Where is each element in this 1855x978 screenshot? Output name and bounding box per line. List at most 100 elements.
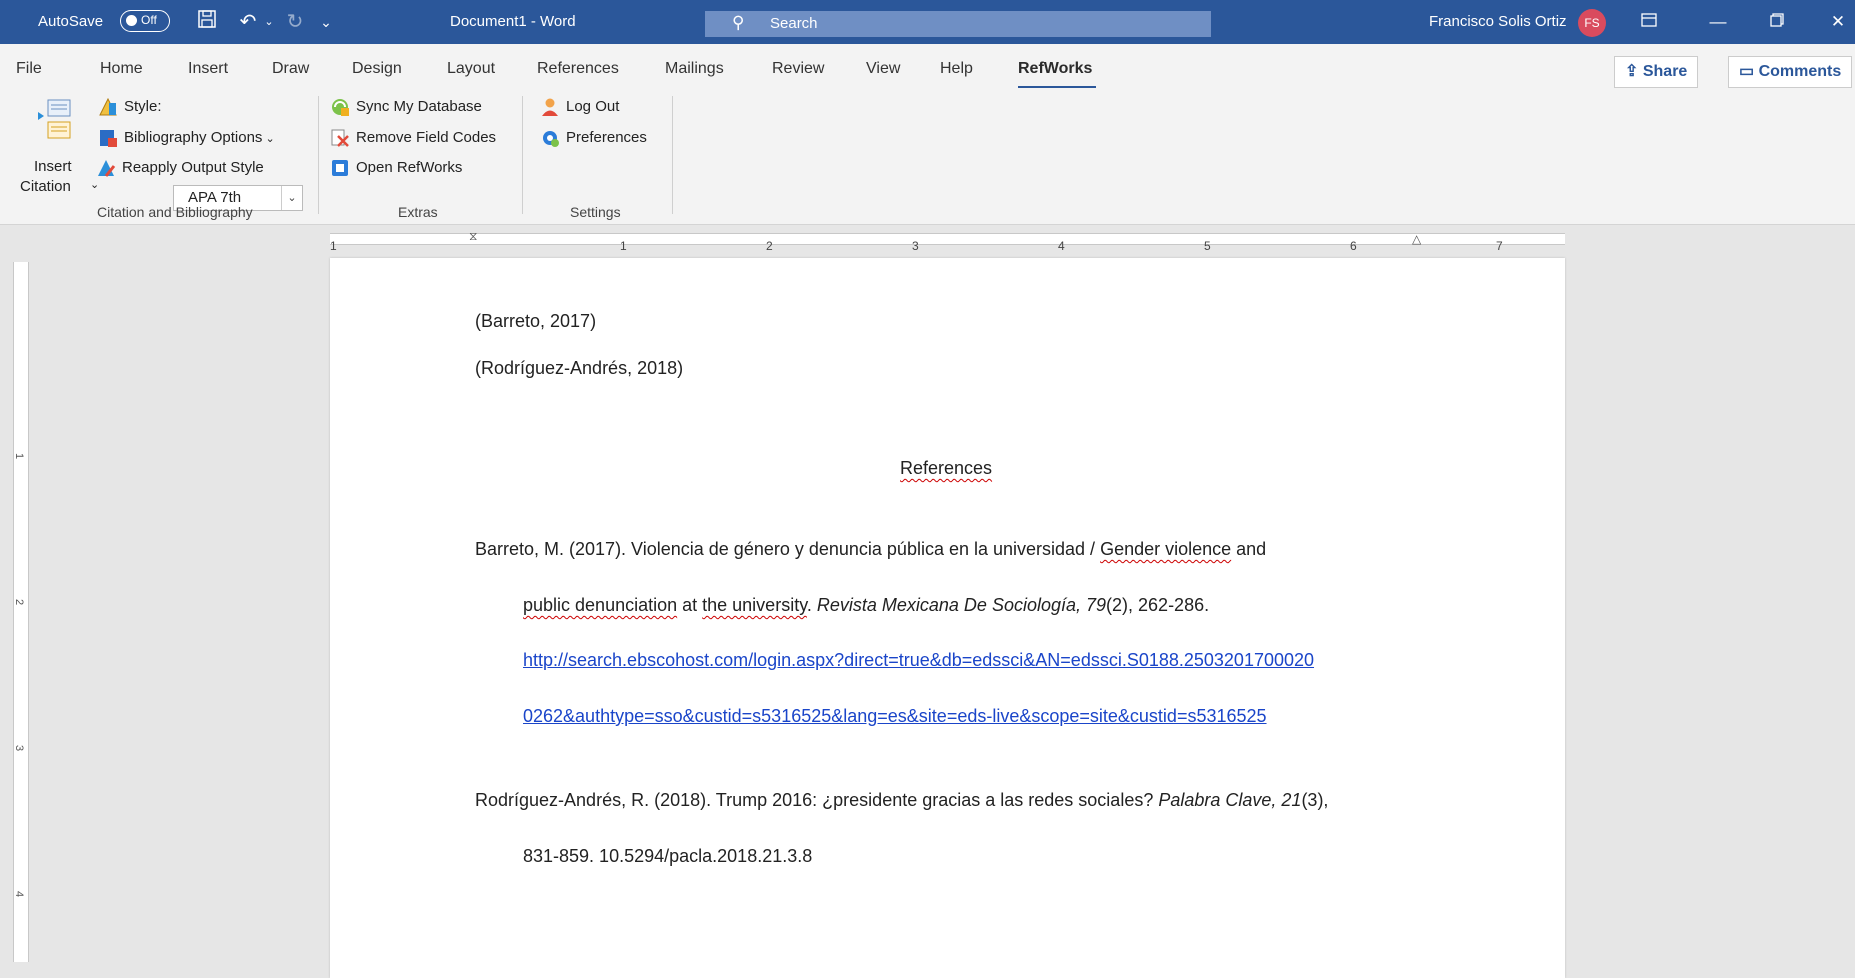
vertical-ruler-number: 4 <box>13 890 26 898</box>
citation-2[interactable]: (Rodríguez-Andrés, 2018) <box>475 358 683 379</box>
share-button[interactable]: ⇪ Share <box>1614 56 1699 88</box>
comments-button[interactable]: ▭ Comments <box>1728 56 1853 88</box>
tab-home[interactable]: Home <box>100 60 143 78</box>
indent-marker-icon[interactable]: ⧖ <box>469 229 477 244</box>
reference-2-line-2[interactable]: 831-859. 10.5294/pacla.2018.21.3.8 <box>523 846 812 867</box>
ref-text: Rodríguez-Andrés, R. (2018). Trump 2016:… <box>475 790 1159 810</box>
tab-layout[interactable]: Layout <box>447 60 495 78</box>
ref-text: Gender violence <box>1100 539 1232 559</box>
minimize-icon[interactable]: — <box>1703 8 1733 36</box>
ribbon-display-options-icon[interactable] <box>1634 8 1664 36</box>
ref-text: Barreto, M. (2017). Violencia de género … <box>475 539 1101 559</box>
group-label-citation-bibliography: Citation and Bibliography <box>97 204 253 220</box>
search-box[interactable]: ⚲ Search <box>705 11 1211 37</box>
ruler-number: 2 <box>766 239 773 253</box>
bibliography-options-button[interactable]: Bibliography Options ⌄ <box>98 128 275 148</box>
ref-text: (3), <box>1301 790 1329 810</box>
chevron-down-icon: ⌄ <box>281 186 302 210</box>
remove-field-codes-icon <box>330 128 350 148</box>
tab-review[interactable]: Review <box>772 60 824 78</box>
reference-1-line-2[interactable]: public denunciation at the university. R… <box>523 595 1209 616</box>
ribbon-tabs: File Home Insert Draw Design Layout Refe… <box>0 44 1855 89</box>
search-icon: ⚲ <box>732 13 745 32</box>
reference-1-url-line-2[interactable]: 0262&authtype=sso&custid=s5316525&lang=e… <box>523 706 1267 727</box>
chevron-down-icon: ⌄ <box>90 179 100 191</box>
horizontal-ruler[interactable]: 1 1 2 3 4 5 6 7 ⧖ △ <box>0 225 1855 253</box>
tab-view[interactable]: View <box>866 60 900 78</box>
comments-label: Comments <box>1758 63 1842 80</box>
refworks-icon <box>330 158 350 178</box>
reference-2-line-1[interactable]: Rodríguez-Andrés, R. (2018). Trump 2016:… <box>475 790 1328 811</box>
tab-help[interactable]: Help <box>940 60 973 78</box>
tab-draw[interactable]: Draw <box>272 60 309 78</box>
remove-field-codes-button[interactable]: Remove Field Codes <box>330 128 496 148</box>
log-out-label: Log Out <box>566 97 620 115</box>
reapply-output-style-button[interactable]: Reapply Output Style <box>96 158 264 178</box>
insert-citation-label-2: Citation <box>20 178 71 195</box>
tab-refworks[interactable]: RefWorks <box>1018 60 1092 78</box>
document-title: Document1 - Word <box>450 13 576 30</box>
tab-insert[interactable]: Insert <box>188 60 228 78</box>
style-icon <box>98 97 118 117</box>
group-separator <box>318 96 319 214</box>
user-name[interactable]: Francisco Solis Ortiz <box>1429 13 1567 30</box>
autosave-state: Off <box>141 13 157 27</box>
group-separator <box>672 96 673 214</box>
references-heading[interactable]: References <box>900 458 992 479</box>
insert-citation-button[interactable]: Insert Citation ⌄ <box>20 96 99 196</box>
tab-design[interactable]: Design <box>352 60 402 78</box>
title-bar: AutoSave Off ↶ ⌄ ↻ ⌄ Document1 - Word ⚲ … <box>0 0 1855 44</box>
share-label: Share <box>1642 63 1688 80</box>
ruler-number: 5 <box>1204 239 1211 253</box>
search-placeholder: Search <box>770 15 818 32</box>
ref-text: at <box>677 595 703 615</box>
ref-text: the university <box>702 595 807 615</box>
group-label-settings: Settings <box>570 204 621 220</box>
toggle-knob <box>126 15 137 26</box>
journal-title: Palabra Clave, 21 <box>1158 790 1302 810</box>
bibliography-icon <box>98 128 118 148</box>
share-icon: ⇪ <box>1625 63 1643 80</box>
ref-text: and <box>1231 539 1267 559</box>
ruler-number: 7 <box>1496 239 1503 253</box>
reapply-output-style-label: Reapply Output Style <box>122 158 264 176</box>
avatar[interactable]: FS <box>1578 9 1606 37</box>
log-out-button[interactable]: Log Out <box>540 97 619 117</box>
group-separator <box>522 96 523 214</box>
restore-icon[interactable] <box>1762 8 1792 36</box>
customize-qat-icon[interactable]: ⌄ <box>313 9 339 35</box>
redo-icon[interactable]: ↻ <box>282 9 308 35</box>
reference-1-url-line-1[interactable]: http://search.ebscohost.com/login.aspx?d… <box>523 650 1314 671</box>
tab-file[interactable]: File <box>16 60 42 78</box>
close-icon[interactable]: ✕ <box>1823 8 1853 36</box>
ruler-number: 1 <box>620 239 627 253</box>
autosave-toggle[interactable]: Off <box>120 10 170 32</box>
vertical-ruler[interactable]: 1 2 3 4 <box>13 262 29 962</box>
document-page[interactable]: (Barreto, 2017) (Rodríguez-Andrés, 2018)… <box>330 258 1565 978</box>
insert-citation-label-1: Insert <box>34 158 72 175</box>
reapply-style-icon <box>96 158 116 178</box>
remove-field-codes-label: Remove Field Codes <box>356 128 497 146</box>
citation-1[interactable]: (Barreto, 2017) <box>475 311 596 332</box>
save-icon[interactable] <box>194 9 220 35</box>
style-label-row: Style: <box>98 97 162 117</box>
ribbon: Insert Citation ⌄ Style: APA 7th ⌄ Bibli… <box>0 88 1855 225</box>
undo-dropdown-icon[interactable]: ⌄ <box>256 9 282 35</box>
sync-my-database-button[interactable]: Sync My Database <box>330 97 482 117</box>
ref-text: . <box>806 595 817 615</box>
autosave-label: AutoSave <box>38 13 104 30</box>
tab-mailings[interactable]: Mailings <box>665 60 724 78</box>
gear-icon <box>540 128 560 148</box>
ruler-number: 3 <box>912 239 919 253</box>
right-indent-marker-icon[interactable]: △ <box>1412 232 1421 246</box>
ruler-band: 1 1 2 3 4 5 6 7 <box>330 233 1565 253</box>
preferences-button[interactable]: Preferences <box>540 128 647 148</box>
reference-1-line-1[interactable]: Barreto, M. (2017). Violencia de género … <box>475 539 1266 560</box>
sync-icon <box>330 97 350 117</box>
comment-icon: ▭ <box>1739 63 1759 80</box>
open-refworks-label: Open RefWorks <box>356 158 463 176</box>
chevron-down-icon: ⌄ <box>262 132 275 145</box>
ruler-number: 6 <box>1350 239 1357 253</box>
open-refworks-button[interactable]: Open RefWorks <box>330 158 462 178</box>
tab-references[interactable]: References <box>537 60 619 78</box>
